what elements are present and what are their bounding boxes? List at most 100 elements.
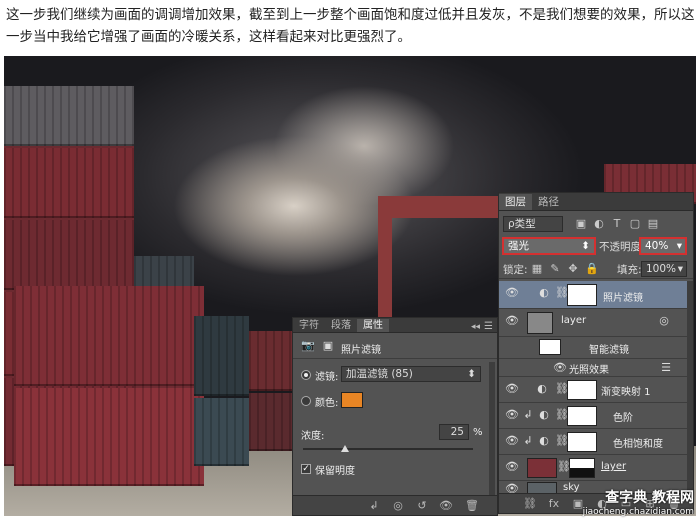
tab-paths[interactable]: 路径 [532,194,565,210]
filter-dropdown[interactable]: 加温滤镜 (85) ⬍ [341,366,481,382]
density-slider-knob[interactable] [341,445,349,452]
photo-filter-adjustment-icon: ◐ [539,286,549,299]
layer-name: 色相饱和度 [613,439,663,450]
blend-row: 强光 ⬍ 不透明度: 40% ▾ [499,235,693,257]
front-container-stack [14,286,204,486]
mask-icon[interactable]: ▣ [321,339,335,353]
smart-filter-mask-thumbnail [539,339,561,355]
opacity-input[interactable]: 40% ▾ [639,237,687,255]
fill-value: 100% [646,263,677,275]
camera-icon: 📷 [301,339,315,352]
smart-filter-badge-icon: ◎ [659,314,669,327]
trash-icon[interactable]: 🗑 [465,499,479,513]
tab-properties[interactable]: 属性 [357,319,389,332]
color-label: 颜色: [315,398,339,409]
reset-icon[interactable]: ↺ [415,499,429,513]
layer-row[interactable]: 👁 ↲ ◐ ⛓ 色相饱和度 [499,429,687,455]
density-input[interactable]: 25 [439,424,469,440]
visibility-eye-icon[interactable]: 👁 [505,460,519,474]
shape-filter-icon[interactable]: ▢ [629,218,641,230]
density-slider-track[interactable] [303,448,473,450]
lock-position-icon[interactable]: ✥ [567,263,579,275]
blend-mode-dropdown[interactable]: 强光 ⬍ [502,237,596,255]
layer-row[interactable]: 👁 ⛓ layer [499,455,687,481]
visibility-eye-icon[interactable]: 👁 [505,382,519,396]
watermark: 查字典 教程网 jiaocheng.chazidian.com [583,487,694,517]
blue-container-stack [194,316,249,466]
layer-row[interactable]: 智能滤镜 [499,337,687,359]
visibility-eye-icon[interactable]: 👁 [505,314,519,328]
layer-mask-thumbnail [567,406,597,426]
layers-scrollbar[interactable] [687,281,693,493]
layer-name: 渐变映射 1 [601,387,651,398]
properties-scrollbar[interactable] [489,362,495,496]
layers-panel: 图层 路径 ρ类型 ▣ ◐ T ▢ ▤ 强光 ⬍ 不透明度: 40% ▾ 锁定:… [498,192,694,514]
opacity-label: 不透明度: [599,241,645,253]
layer-name: 色阶 [613,413,633,424]
layer-row[interactable]: 👁 ↲ ◐ ⛓ 色阶 [499,403,687,429]
panel-menu-icon[interactable]: ☰ [484,321,497,332]
collapse-icon[interactable]: ◂◂ [471,322,484,332]
layer-row[interactable]: 👁 光照效果 ☰ [499,359,687,377]
watermark-url: jiaocheng.chazidian.com [582,507,694,517]
kind-filter-dropdown[interactable]: ρ类型 [503,216,563,232]
visibility-eye-icon[interactable]: 👁 [505,434,519,448]
preserve-luminosity-checkbox[interactable]: ✓ [301,464,311,474]
fill-label: 填充: [617,264,642,276]
layer-name: layer [561,315,587,326]
visibility-eye-icon[interactable]: 👁 [505,408,519,422]
layer-row[interactable]: 👁 ◐ ⛓ 照片滤镜 [499,281,687,309]
visibility-eye-icon[interactable]: 👁 [505,286,519,300]
tab-layers[interactable]: 图层 [499,194,532,210]
image-filter-icon[interactable]: ▣ [575,218,587,230]
lock-pixels-icon[interactable]: ✎ [549,263,561,275]
distant-container-stack [249,331,294,451]
color-radio[interactable] [301,396,311,406]
layer-name: 智能滤镜 [589,345,629,356]
layer-row[interactable]: 👁 ◐ ⛓ 渐变映射 1 [499,377,687,403]
properties-bottom-bar: ↲ ◎ ↺ 👁 🗑 [293,495,497,515]
crane-beam [378,196,508,218]
layer-row[interactable]: 👁 layer ◎ [499,309,687,337]
smart-filter-icon[interactable]: ▤ [647,218,659,230]
density-unit: % [473,427,483,438]
chevron-down-icon: ▾ [676,240,682,252]
visibility-eye-icon[interactable]: 👁 [553,361,567,375]
fill-input[interactable]: 100% ▾ [641,261,687,277]
lock-transparency-icon[interactable]: ▦ [531,263,543,275]
image-thumbnail [527,458,557,478]
tab-character[interactable]: 字符 [293,319,325,332]
clip-arrow-icon: ↲ [523,434,533,447]
filter-value: 加温滤镜 (85) [346,368,413,380]
intro-paragraph: 这一步我们继续为画面的调调增加效果，截至到上一步整个画面饱和度过低并且发灰，不是… [6,7,695,45]
properties-panel-tabs: 字符 段落 属性 ◂◂ ☰ [293,318,497,333]
blend-mode-value: 强光 [508,240,529,252]
filter-radio[interactable] [301,370,311,380]
chevron-down-icon: ▾ [677,263,683,275]
lock-row: 锁定: ▦ ✎ ✥ 🔒 填充: 100% ▾ [499,259,693,279]
lock-label: 锁定: [503,264,528,276]
layer-mask-thumbnail [569,458,595,478]
layers-panel-tabs: 图层 路径 [499,193,693,211]
fx-icon[interactable]: fx [547,497,561,511]
link-icon[interactable]: ⛓ [523,497,537,511]
density-label: 浓度: [301,431,325,442]
clip-icon[interactable]: ↲ [367,499,381,513]
color-swatch[interactable] [341,392,363,408]
view-previous-icon[interactable]: ◎ [391,499,405,513]
gradient-map-adjustment-icon: ◐ [537,382,547,395]
properties-header: 📷 ▣ 照片滤镜 [293,335,497,359]
tab-paragraph[interactable]: 段落 [325,319,357,332]
layer-name: sky [563,482,580,493]
filter-row: ρ类型 ▣ ◐ T ▢ ▤ [499,213,693,235]
layer-mask-thumbnail [567,380,597,400]
opacity-value: 40% [645,240,669,252]
chevron-down-icon: ⬍ [581,240,590,252]
lock-all-icon[interactable]: 🔒 [585,263,599,275]
adjustment-filter-icon[interactable]: ◐ [593,218,605,230]
visibility-icon[interactable]: 👁 [439,499,453,513]
filter-options-icon[interactable]: ☰ [659,361,673,375]
levels-adjustment-icon: ◐ [539,408,549,421]
type-filter-icon[interactable]: T [611,218,623,230]
layer-name: 照片滤镜 [603,293,643,304]
